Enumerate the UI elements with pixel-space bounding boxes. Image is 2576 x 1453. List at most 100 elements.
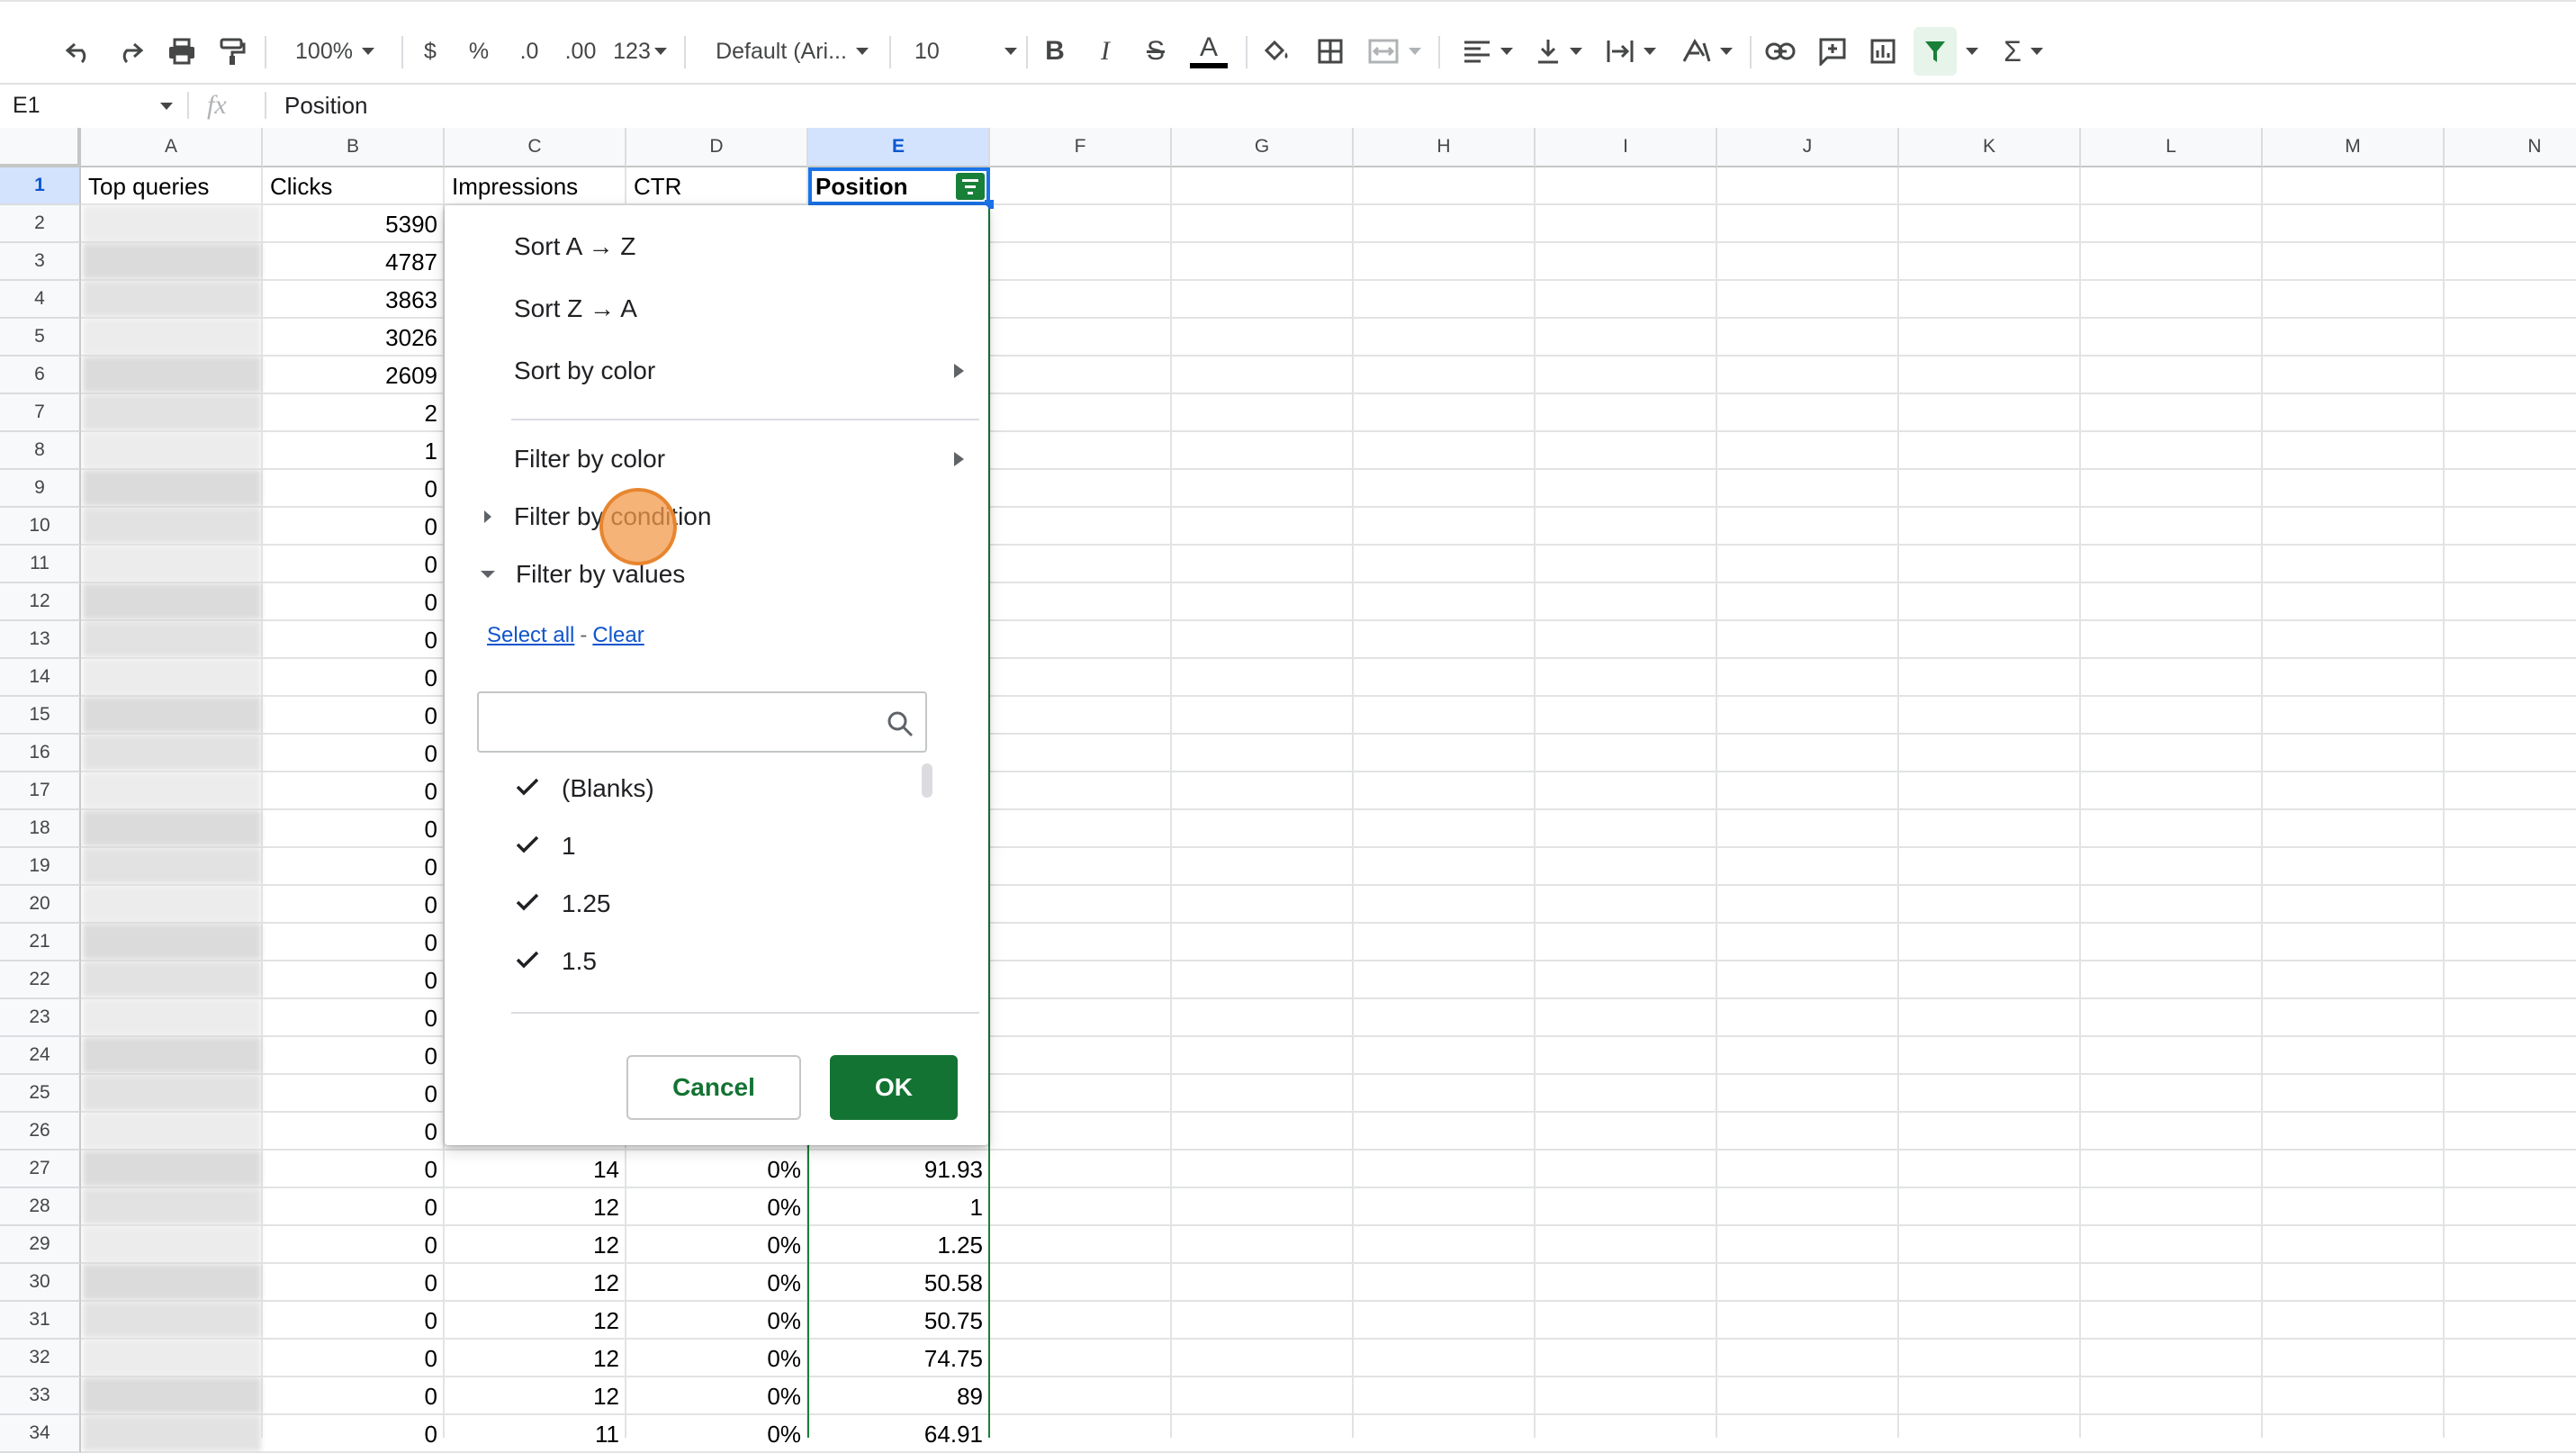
column-header-c[interactable]: C bbox=[445, 128, 626, 167]
sort-by-color-item[interactable]: Sort by color bbox=[514, 356, 964, 385]
value-option[interactable]: 1.25 bbox=[481, 879, 895, 929]
value-option[interactable]: 1 bbox=[481, 821, 895, 871]
decrease-decimal-button[interactable]: .0 bbox=[509, 27, 549, 76]
row-header[interactable]: 25 bbox=[0, 1075, 81, 1113]
formula-input[interactable]: Position bbox=[284, 85, 2445, 126]
redacted-query-cell[interactable] bbox=[83, 394, 261, 430]
row-header[interactable]: 11 bbox=[0, 546, 81, 583]
row-header[interactable]: 31 bbox=[0, 1302, 81, 1340]
redacted-query-cell[interactable] bbox=[83, 961, 261, 997]
table-cell-b[interactable]: 0 bbox=[263, 772, 445, 810]
redacted-query-cell[interactable] bbox=[83, 924, 261, 960]
header-cell-b[interactable]: Clicks bbox=[263, 167, 445, 205]
redacted-query-cell[interactable] bbox=[83, 319, 261, 355]
table-cell-b[interactable]: 1 bbox=[263, 432, 445, 470]
row-header[interactable]: 2 bbox=[0, 205, 81, 243]
table-cell-b[interactable]: 0 bbox=[263, 735, 445, 772]
table-cell-b[interactable]: 0 bbox=[263, 810, 445, 848]
column-header-g[interactable]: G bbox=[1172, 128, 1354, 167]
row-header[interactable]: 22 bbox=[0, 961, 81, 999]
column-header-e[interactable]: E bbox=[808, 128, 990, 167]
increase-decimal-button[interactable]: .00 bbox=[558, 27, 603, 76]
column-header-h[interactable]: H bbox=[1354, 128, 1536, 167]
filter-by-values-item[interactable]: Filter by values bbox=[481, 560, 685, 589]
redacted-query-cell[interactable] bbox=[83, 356, 261, 393]
table-cell-e[interactable]: 89 bbox=[808, 1377, 990, 1415]
row-header[interactable]: 18 bbox=[0, 810, 81, 848]
header-cell-d[interactable]: CTR bbox=[626, 167, 808, 205]
row-header[interactable]: 23 bbox=[0, 999, 81, 1037]
table-cell-b[interactable]: 0 bbox=[263, 961, 445, 999]
redacted-query-cell[interactable] bbox=[83, 1188, 261, 1224]
row-header[interactable]: 21 bbox=[0, 924, 81, 961]
horizontal-align-icon[interactable] bbox=[1456, 27, 1519, 76]
row-header[interactable]: 10 bbox=[0, 508, 81, 546]
clear-link[interactable]: Clear bbox=[592, 623, 644, 648]
functions-button[interactable]: Σ bbox=[1995, 27, 2052, 76]
table-cell-e[interactable]: 1.25 bbox=[808, 1226, 990, 1264]
font-family-select[interactable]: Default (Ari... bbox=[704, 27, 880, 76]
table-cell-b[interactable]: 0 bbox=[263, 1151, 445, 1188]
row-header[interactable]: 9 bbox=[0, 470, 81, 508]
row-header[interactable]: 29 bbox=[0, 1226, 81, 1264]
table-cell-b[interactable]: 0 bbox=[263, 1113, 445, 1151]
table-cell-d[interactable]: 0% bbox=[626, 1340, 808, 1377]
row-header[interactable]: 33 bbox=[0, 1377, 81, 1415]
redacted-query-cell[interactable] bbox=[83, 1075, 261, 1111]
redacted-query-cell[interactable] bbox=[83, 1415, 261, 1451]
table-cell-b[interactable]: 0 bbox=[263, 1302, 445, 1340]
zoom-select[interactable]: 100% bbox=[281, 27, 389, 76]
row-header[interactable]: 20 bbox=[0, 886, 81, 924]
table-cell-b[interactable]: 5390 bbox=[263, 205, 445, 243]
redacted-query-cell[interactable] bbox=[83, 1037, 261, 1073]
strikethrough-button[interactable]: S bbox=[1138, 27, 1174, 76]
text-color-button[interactable]: A bbox=[1186, 27, 1231, 76]
column-header-f[interactable]: F bbox=[990, 128, 1172, 167]
row-header[interactable]: 28 bbox=[0, 1188, 81, 1226]
redacted-query-cell[interactable] bbox=[83, 621, 261, 657]
insert-link-icon[interactable] bbox=[1761, 27, 1800, 76]
redacted-query-cell[interactable] bbox=[83, 546, 261, 582]
redacted-query-cell[interactable] bbox=[83, 243, 261, 279]
fill-color-icon[interactable] bbox=[1256, 27, 1296, 76]
insert-comment-icon[interactable] bbox=[1813, 27, 1852, 76]
table-cell-b[interactable]: 0 bbox=[263, 1188, 445, 1226]
redacted-query-cell[interactable] bbox=[83, 432, 261, 468]
table-cell-c[interactable]: 12 bbox=[445, 1377, 626, 1415]
table-cell-b[interactable]: 0 bbox=[263, 924, 445, 961]
row-header[interactable]: 13 bbox=[0, 621, 81, 659]
table-cell-b[interactable]: 0 bbox=[263, 999, 445, 1037]
text-rotation-icon[interactable] bbox=[1674, 27, 1739, 76]
column-header-l[interactable]: L bbox=[2081, 128, 2263, 167]
value-option[interactable]: 1.5 bbox=[481, 936, 895, 987]
table-cell-d[interactable]: 0% bbox=[626, 1377, 808, 1415]
select-all-link[interactable]: Select all bbox=[487, 623, 574, 648]
table-cell-b[interactable]: 0 bbox=[263, 621, 445, 659]
redacted-query-cell[interactable] bbox=[83, 281, 261, 317]
table-cell-b[interactable]: 0 bbox=[263, 886, 445, 924]
column-filter-button[interactable] bbox=[956, 173, 985, 200]
table-cell-b[interactable]: 3863 bbox=[263, 281, 445, 319]
redacted-query-cell[interactable] bbox=[83, 1302, 261, 1338]
table-cell-b[interactable]: 0 bbox=[263, 1340, 445, 1377]
row-header[interactable]: 16 bbox=[0, 735, 81, 772]
column-header-k[interactable]: K bbox=[1899, 128, 2081, 167]
table-cell-d[interactable]: 0% bbox=[626, 1415, 808, 1453]
table-cell-c[interactable]: 12 bbox=[445, 1226, 626, 1264]
table-cell-b[interactable]: 0 bbox=[263, 697, 445, 735]
filter-icon[interactable] bbox=[1914, 27, 1957, 76]
table-cell-b[interactable]: 0 bbox=[263, 583, 445, 621]
redacted-query-cell[interactable] bbox=[83, 583, 261, 619]
redacted-query-cell[interactable] bbox=[83, 1226, 261, 1262]
table-cell-e[interactable]: 74.75 bbox=[808, 1340, 990, 1377]
column-header-d[interactable]: D bbox=[626, 128, 808, 167]
row-header[interactable]: 17 bbox=[0, 772, 81, 810]
column-header-j[interactable]: J bbox=[1717, 128, 1899, 167]
redacted-query-cell[interactable] bbox=[83, 470, 261, 506]
table-cell-b[interactable]: 0 bbox=[263, 1415, 445, 1453]
row-header[interactable]: 5 bbox=[0, 319, 81, 356]
sort-z-a-item[interactable]: Sort Z → A bbox=[514, 294, 637, 323]
row-header[interactable]: 7 bbox=[0, 394, 81, 432]
values-search-input[interactable] bbox=[477, 691, 927, 753]
row-header[interactable]: 1 bbox=[0, 167, 81, 205]
